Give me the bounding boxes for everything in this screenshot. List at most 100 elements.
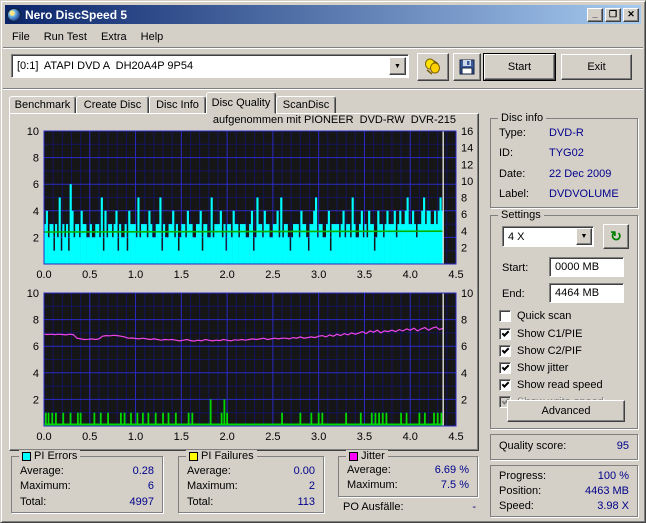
position-value: 4463 MB xyxy=(585,485,629,497)
close-button[interactable]: ✕ xyxy=(623,8,639,22)
start-button[interactable]: Start xyxy=(484,54,555,80)
svg-text:16: 16 xyxy=(461,127,473,138)
chart-header: aufgenommen mit PIONEER DVD-RW DVR-215 xyxy=(9,114,456,126)
tab-benchmark[interactable]: Benchmark xyxy=(9,96,76,114)
checkbox-icon xyxy=(499,345,511,357)
quality-score-label: Quality score: xyxy=(499,440,566,452)
svg-text:2.0: 2.0 xyxy=(219,269,234,281)
stat-label: Maximum: xyxy=(20,480,71,492)
tab-disc-info[interactable]: Disc Info xyxy=(149,96,206,114)
menu-item-help[interactable]: Help xyxy=(134,29,171,45)
titlebar[interactable]: Nero DiscSpeed 5 _ ❐ ✕ xyxy=(5,5,641,24)
stat-value: 2 xyxy=(309,480,315,492)
end-position-field[interactable]: 4464 MB xyxy=(549,283,624,303)
stat-label: Total: xyxy=(20,496,46,508)
exit-button[interactable]: Exit xyxy=(561,54,632,80)
svg-text:12: 12 xyxy=(461,159,473,171)
minimize-button[interactable]: _ xyxy=(587,8,603,22)
svg-text:4: 4 xyxy=(33,206,39,218)
po-failures-row: PO Ausfälle: - xyxy=(343,501,476,513)
speed-label: Speed: xyxy=(499,500,534,512)
svg-text:4: 4 xyxy=(461,368,467,380)
speed-select[interactable]: 4 X ▼ xyxy=(502,226,594,247)
disc-id-value: TYG02 xyxy=(549,147,584,159)
svg-text:2.5: 2.5 xyxy=(265,431,280,443)
maximize-button[interactable]: ❐ xyxy=(605,8,621,22)
menu-item-run-test[interactable]: Run Test xyxy=(37,29,94,45)
refresh-icon: ↻ xyxy=(610,228,622,245)
pi-errors-swatch xyxy=(22,452,31,461)
drive-select[interactable]: [0:1] ATAPI DVD A DH20A4P 9P54 ▼ xyxy=(11,54,409,78)
tab-scandisc[interactable]: ScanDisc xyxy=(276,96,336,114)
svg-text:8: 8 xyxy=(33,315,39,327)
svg-text:8: 8 xyxy=(461,315,467,327)
checkbox-show-c2-pif[interactable]: Show C2/PIF xyxy=(499,345,582,357)
svg-text:10: 10 xyxy=(27,127,39,138)
stat-label: Maximum: xyxy=(187,480,238,492)
checkbox-label: Quick scan xyxy=(517,310,571,322)
refresh-button[interactable]: ↻ xyxy=(603,224,629,249)
svg-text:10: 10 xyxy=(461,289,473,300)
checkbox-icon xyxy=(499,362,511,374)
save-button[interactable] xyxy=(453,53,481,81)
svg-text:2.0: 2.0 xyxy=(219,431,234,443)
tab-disc-quality[interactable]: Disc Quality xyxy=(206,92,276,114)
svg-text:0.5: 0.5 xyxy=(82,431,97,443)
po-failures-value: - xyxy=(472,501,476,513)
jitter-pif-chart: 0.00.51.01.52.02.53.03.54.04.52468102468… xyxy=(11,289,477,447)
svg-text:1.0: 1.0 xyxy=(128,431,143,443)
quality-score-box: Quality score: 95 xyxy=(490,434,638,460)
speed-select-arrow[interactable]: ▼ xyxy=(576,228,592,245)
svg-text:10: 10 xyxy=(461,176,473,188)
svg-text:6: 6 xyxy=(461,341,467,353)
checkbox-quick-scan[interactable]: Quick scan xyxy=(499,310,571,322)
checkbox-label: Show C2/PIF xyxy=(517,345,582,357)
speed-value: 3.98 X xyxy=(597,500,629,512)
advanced-button[interactable]: Advanced xyxy=(507,400,625,422)
disc-type-label: Type: xyxy=(499,127,526,139)
svg-text:4.5: 4.5 xyxy=(448,431,463,443)
svg-text:2.5: 2.5 xyxy=(265,269,280,281)
stat-label: Maximum: xyxy=(347,479,398,491)
pi-failures-swatch xyxy=(189,452,198,461)
start-position-value: 0000 MB xyxy=(555,261,599,273)
options-button[interactable] xyxy=(417,53,449,81)
checkbox-icon xyxy=(499,310,511,322)
disc-label-label: Label: xyxy=(499,188,529,200)
checkbox-show-c1-pie[interactable]: Show C1/PIE xyxy=(499,328,582,340)
stat-label: Average: xyxy=(187,465,231,477)
disc-info-title: Disc info xyxy=(498,112,546,124)
speed-select-value: 4 X xyxy=(503,231,576,243)
menu-item-file[interactable]: File xyxy=(5,29,37,45)
svg-text:3.0: 3.0 xyxy=(311,431,326,443)
stat-label: Average: xyxy=(20,465,64,477)
start-position-label: Start: xyxy=(502,262,528,274)
checkbox-show-read-speed[interactable]: Show read speed xyxy=(499,379,603,391)
app-icon xyxy=(7,8,21,22)
menubar: File Run Test Extra Help xyxy=(5,27,641,46)
app-window: Nero DiscSpeed 5 _ ❐ ✕ File Run Test Ext… xyxy=(0,0,646,523)
pi-failures-box: PI Failures Average:0.00 Maximum:2 Total… xyxy=(178,456,324,513)
settings-box: Settings 4 X ▼ ↻ Start: 0000 MB End: 446… xyxy=(490,215,638,429)
tab-create-disc[interactable]: Create Disc xyxy=(76,96,149,114)
toolbar-separator xyxy=(3,88,643,90)
svg-text:3.0: 3.0 xyxy=(311,269,326,281)
svg-text:1.0: 1.0 xyxy=(128,269,143,281)
jitter-swatch xyxy=(349,452,358,461)
position-label: Position: xyxy=(499,485,541,497)
disc-date-value: 22 Dec 2009 xyxy=(549,168,611,180)
drive-select-arrow[interactable]: ▼ xyxy=(389,57,406,75)
stat-value: 113 xyxy=(297,496,315,508)
progress-label: Progress: xyxy=(499,470,546,482)
checkbox-label: Show jitter xyxy=(517,362,568,374)
save-icon xyxy=(459,59,475,75)
tools-icon xyxy=(423,58,443,76)
menu-item-extra[interactable]: Extra xyxy=(94,29,134,45)
checkbox-show-jitter[interactable]: Show jitter xyxy=(499,362,568,374)
end-position-label: End: xyxy=(502,288,525,300)
disc-date-label: Date: xyxy=(499,168,525,180)
svg-text:0.0: 0.0 xyxy=(36,431,51,443)
start-position-field[interactable]: 0000 MB xyxy=(549,257,624,277)
progress-value: 100 % xyxy=(598,470,629,482)
svg-text:1.5: 1.5 xyxy=(174,431,189,443)
